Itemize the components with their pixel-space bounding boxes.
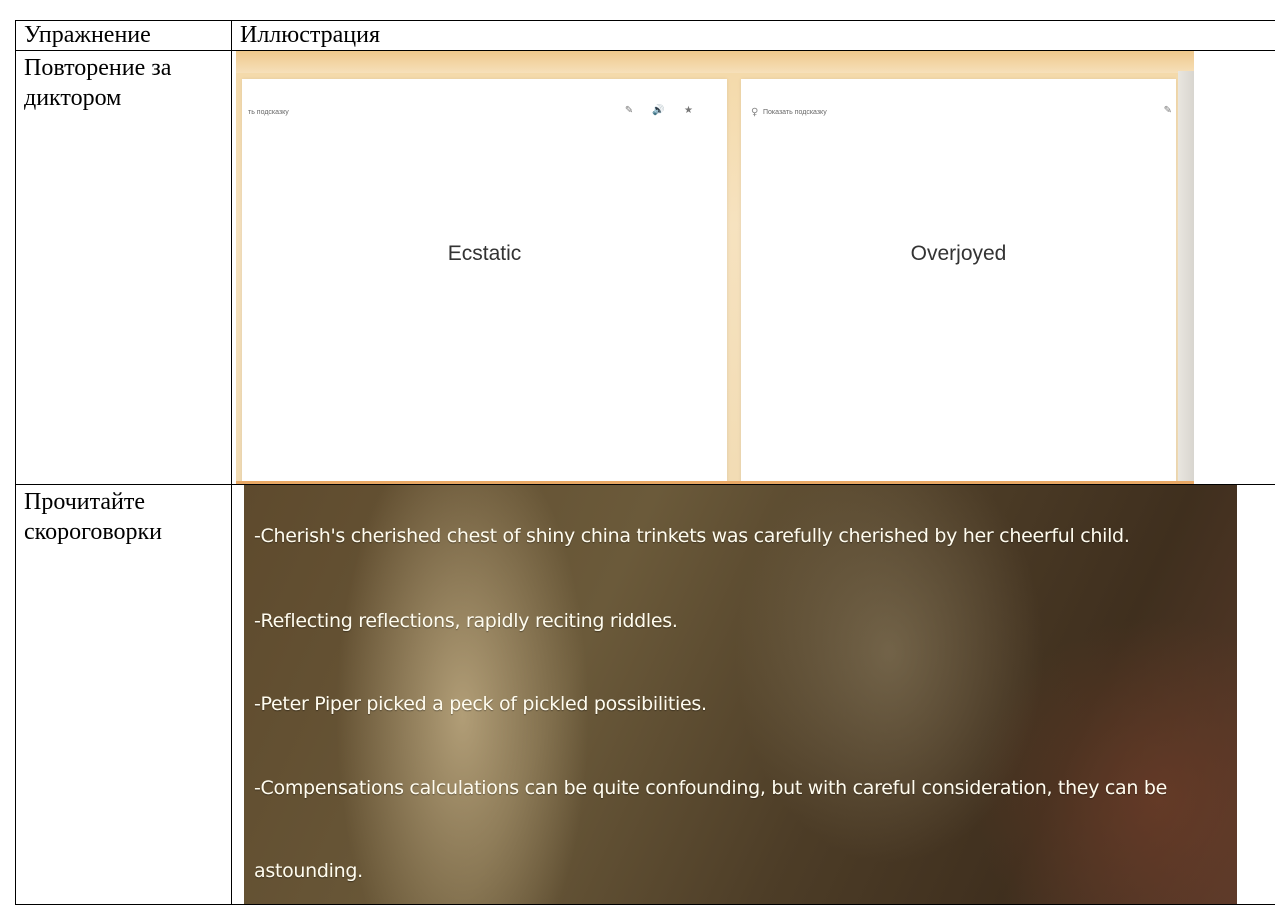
illustration-cell: -Cherish's cherished chest of shiny chin…	[232, 485, 1275, 905]
exercise-table: Упражнение Иллюстрация Повторение за дик…	[15, 20, 1275, 905]
flashcard-word: Overjoyed	[741, 242, 1176, 266]
tongue-twister-line: -Reflecting reflections, rapidly recitin…	[254, 610, 678, 632]
tongue-twister-line: -Cherish's cherished chest of shiny chin…	[254, 525, 1130, 547]
header-cell-illustration: Иллюстрация	[232, 21, 1275, 51]
table-row: Прочитайте скороговорки -Cherish's cheri…	[16, 485, 1275, 905]
flashcards-screenshot: ть подсказку ✎ 🔊 ★ Ecstatic ♀ Показать п…	[236, 51, 1194, 484]
screenshot-top-band	[236, 51, 1194, 73]
exercise-name: Прочитайте скороговорки	[16, 485, 231, 547]
header-exercise: Упражнение	[16, 21, 231, 50]
hint-label: ть подсказку	[248, 109, 289, 116]
lightbulb-icon: ♀	[751, 107, 758, 118]
flashcard-word: Ecstatic	[242, 242, 727, 266]
tongue-twister-line: astounding.	[254, 860, 363, 882]
hint-label: Показать подсказку	[763, 109, 827, 116]
header-illustration: Иллюстрация	[232, 21, 1275, 50]
illustration-cell: ть подсказку ✎ 🔊 ★ Ecstatic ♀ Показать п…	[232, 51, 1275, 485]
exercise-cell: Прочитайте скороговорки	[16, 485, 232, 905]
flashcard-right: ♀ Показать подсказку ✎ Overjoyed	[741, 79, 1176, 484]
flashcard-left: ть подсказку ✎ 🔊 ★ Ecstatic	[242, 79, 727, 484]
tongue-twister-line: -Compensations calculations can be quite…	[254, 777, 1167, 799]
header-cell-exercise: Упражнение	[16, 21, 232, 51]
table-header-row: Упражнение Иллюстрация	[16, 21, 1275, 51]
table-row: Повторение за диктором ть подсказку ✎ 🔊 …	[16, 51, 1275, 485]
exercise-cell: Повторение за диктором	[16, 51, 232, 485]
card-tool-icons: ✎ 🔊 ★	[625, 105, 701, 116]
tongue-twisters-image: -Cherish's cherished chest of shiny chin…	[244, 485, 1237, 904]
exercise-name: Повторение за диктором	[16, 51, 231, 113]
tongue-twister-line: -Peter Piper picked a peck of pickled po…	[254, 693, 707, 715]
screenshot-bottom-band	[236, 481, 1194, 484]
card-tool-icons: ✎	[1164, 105, 1172, 116]
screenshot-side-edge	[1178, 71, 1194, 484]
